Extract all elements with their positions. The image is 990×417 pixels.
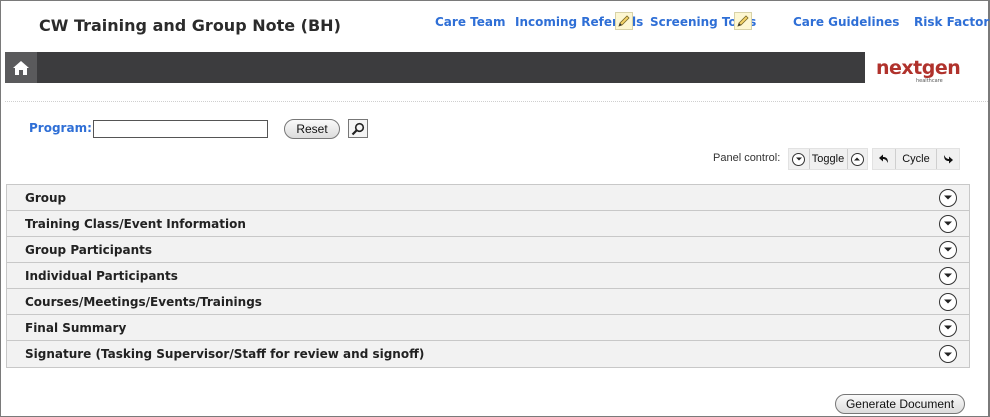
panel-group-participants[interactable]: Group Participants [7, 237, 969, 263]
panel-signature[interactable]: Signature (Tasking Supervisor/Staff for … [7, 341, 969, 367]
toggle-control-group: Toggle [788, 148, 868, 170]
panel-group[interactable]: Group [7, 185, 969, 211]
toggle-button[interactable]: Toggle [809, 149, 846, 169]
collapse-all-button[interactable] [789, 149, 809, 169]
redo-arrow-icon [944, 155, 953, 164]
panel-title: Signature (Tasking Supervisor/Staff for … [25, 347, 425, 361]
panel-control-label: Panel control: [713, 152, 781, 164]
panel-courses-meetings[interactable]: Courses/Meetings/Events/Trainings [7, 289, 969, 315]
header-banner [5, 52, 865, 83]
home-icon [13, 60, 29, 75]
divider [5, 101, 988, 102]
chevron-down-icon[interactable] [939, 240, 957, 259]
chevron-up-icon [850, 152, 864, 166]
chevron-down-icon[interactable] [939, 214, 957, 233]
panel-title: Group Participants [25, 242, 152, 257]
undo-arrow-icon [879, 154, 888, 163]
cycle-control-group: Cycle [872, 148, 960, 170]
panel-title: Group [25, 190, 67, 205]
risk-factors-link[interactable]: Risk Factors [914, 15, 990, 29]
chevron-down-icon[interactable] [939, 318, 957, 337]
page-title: CW Training and Group Note (BH) [39, 16, 341, 35]
search-icon [351, 122, 365, 135]
program-input[interactable] [93, 120, 268, 138]
care-guidelines-link[interactable]: Care Guidelines [793, 15, 899, 29]
panel-title: Final Summary [25, 320, 127, 335]
panel-title: Courses/Meetings/Events/Trainings [25, 294, 262, 309]
panel-list: Group Training Class/Event Information G… [6, 184, 970, 368]
panel-title: Training Class/Event Information [25, 216, 246, 231]
care-team-link[interactable]: Care Team [435, 15, 505, 29]
cycle-back-button[interactable] [873, 149, 895, 169]
panel-title: Individual Participants [25, 268, 178, 283]
search-button[interactable] [348, 119, 368, 138]
expand-all-button[interactable] [847, 149, 867, 169]
home-button[interactable] [5, 52, 37, 83]
panel-training-class[interactable]: Training Class/Event Information [7, 211, 969, 237]
panel-individual-participants[interactable]: Individual Participants [7, 263, 969, 289]
chevron-down-icon[interactable] [939, 292, 957, 311]
panel-final-summary[interactable]: Final Summary [7, 315, 969, 341]
generate-document-button[interactable]: Generate Document [835, 394, 965, 414]
chevron-down-icon[interactable] [939, 266, 957, 285]
cycle-forward-button[interactable] [937, 149, 959, 169]
chevron-down-icon[interactable] [939, 188, 957, 207]
logo-text-next: next [876, 57, 922, 79]
edit-icon[interactable] [615, 12, 633, 30]
edit-icon[interactable] [734, 12, 752, 30]
nextgen-logo: next gen healthcare [876, 54, 961, 84]
chevron-down-icon [792, 152, 806, 166]
logo-subtext: healthcare [916, 78, 943, 84]
chevron-down-icon[interactable] [939, 345, 957, 363]
reset-button[interactable]: Reset [284, 119, 340, 139]
cycle-button[interactable]: Cycle [896, 149, 936, 169]
program-label: Program: [29, 121, 92, 135]
